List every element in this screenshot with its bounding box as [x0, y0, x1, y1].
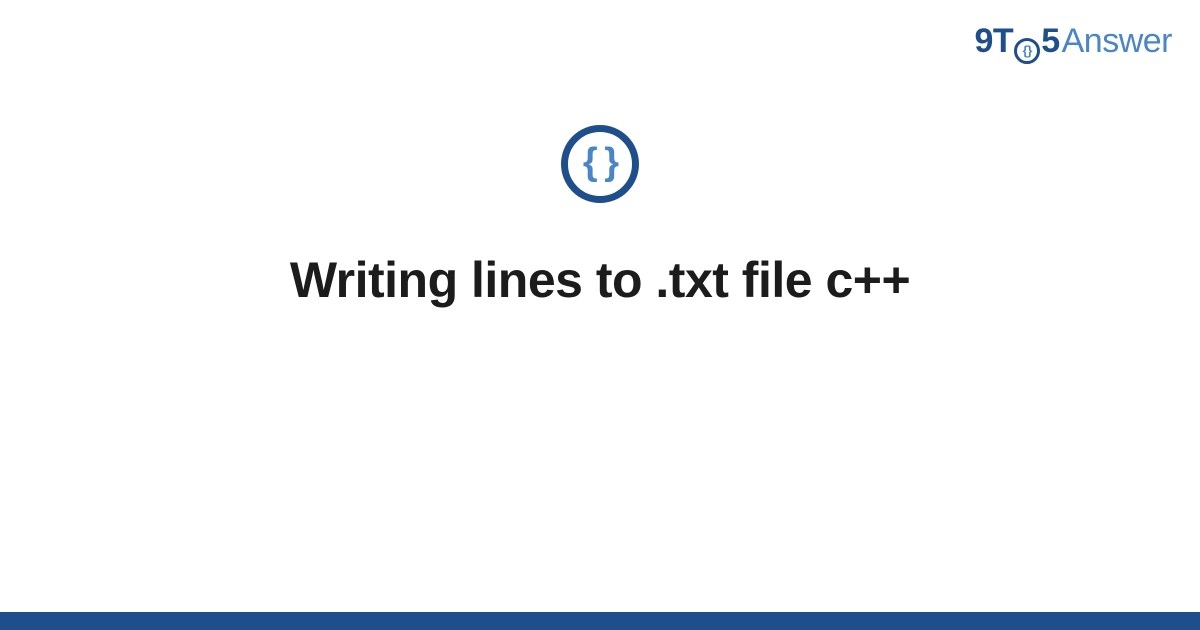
braces-symbol: { } — [583, 143, 617, 181]
brand-text-5: 5 — [1041, 22, 1059, 61]
page-title: Writing lines to .txt file c++ — [290, 251, 910, 309]
code-braces-icon: { } — [561, 125, 639, 203]
brand-circle-inner: {} — [1023, 44, 1032, 57]
brand-circle-icon: {} — [1014, 38, 1040, 64]
brand-text-9t: 9T — [975, 22, 1014, 61]
brand-logo: 9T {} 5 Answer — [975, 22, 1172, 61]
main-content: { } Writing lines to .txt file c++ — [0, 125, 1200, 309]
brand-text-answer: Answer — [1062, 22, 1172, 61]
brand-circle-wrap: {} — [1014, 38, 1040, 64]
footer-bar — [0, 612, 1200, 630]
